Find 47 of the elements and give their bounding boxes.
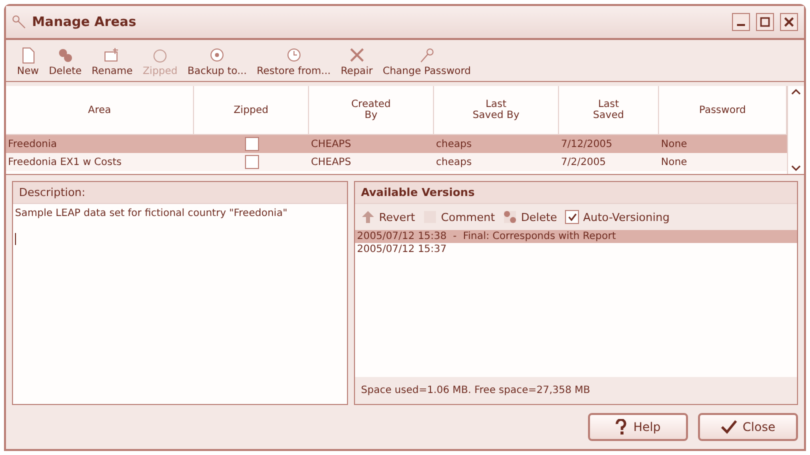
help-icon (615, 419, 628, 435)
table-cell: CHEAPS (309, 153, 434, 171)
checkbox[interactable] (244, 155, 258, 169)
versions-title: Available Versions (355, 182, 797, 204)
toolbar-button[interactable]: Delete (46, 46, 85, 77)
help-button[interactable]: Help (588, 413, 688, 441)
cross-icon (348, 46, 366, 64)
version-action-button[interactable]: Comment (423, 210, 495, 224)
minimize-button[interactable] (732, 13, 750, 31)
table-cell: None (659, 153, 787, 171)
table-cell: None (659, 135, 787, 153)
table-cell: Freedonia EX1 w Costs (6, 153, 194, 171)
close-button[interactable] (780, 13, 798, 31)
table-cell: cheaps (434, 135, 559, 153)
table-cell: CHEAPS (309, 135, 434, 153)
check-icon (720, 420, 737, 434)
close-dialog-button[interactable]: Close (698, 413, 798, 441)
toolbar-button[interactable]: Repair (338, 46, 376, 77)
version-action-button[interactable]: Revert (361, 210, 416, 224)
key-icon (418, 46, 436, 64)
maximize-icon (760, 17, 770, 27)
space-status: Space used=1.06 MB. Free space=27,358 MB (360, 384, 592, 398)
description-label: Description: (13, 182, 347, 204)
toolbar-button[interactable]: Backup to... (184, 46, 250, 77)
close-icon (784, 17, 794, 27)
scroll-down-icon[interactable] (791, 164, 801, 172)
up-arrow-icon (361, 210, 375, 224)
version-action-button[interactable]: Delete (502, 210, 558, 224)
version-item[interactable]: 2005/07/12 15:38 - Final: Corresponds with Report (355, 230, 797, 243)
toolbar-button[interactable]: New (14, 46, 42, 77)
table-cell: 7/12/2005 (559, 135, 659, 153)
window-title: Manage Areas (32, 14, 138, 30)
clock-icon (284, 46, 303, 64)
table-cell: 7/2/2005 (559, 153, 659, 171)
toolbar-button[interactable]: Change Password (380, 46, 474, 77)
check-icon (568, 213, 577, 221)
toolbar-button[interactable]: Rename (88, 46, 136, 77)
disc-icon (208, 46, 226, 64)
description-field[interactable]: Sample LEAP data set for fictional country "Freedonia" (13, 204, 347, 404)
scroll-up-icon[interactable] (791, 88, 801, 96)
auto-versioning-checkbox[interactable]: Auto-Versioning (565, 210, 670, 224)
toolbar-button[interactable]: Restore from... (254, 46, 334, 77)
table-cell: cheaps (434, 153, 559, 171)
version-item[interactable]: 2005/07/12 15:37 (355, 243, 797, 256)
checkbox[interactable] (244, 137, 258, 151)
maximize-button[interactable] (756, 13, 774, 31)
table-cell: Freedonia (6, 135, 194, 153)
